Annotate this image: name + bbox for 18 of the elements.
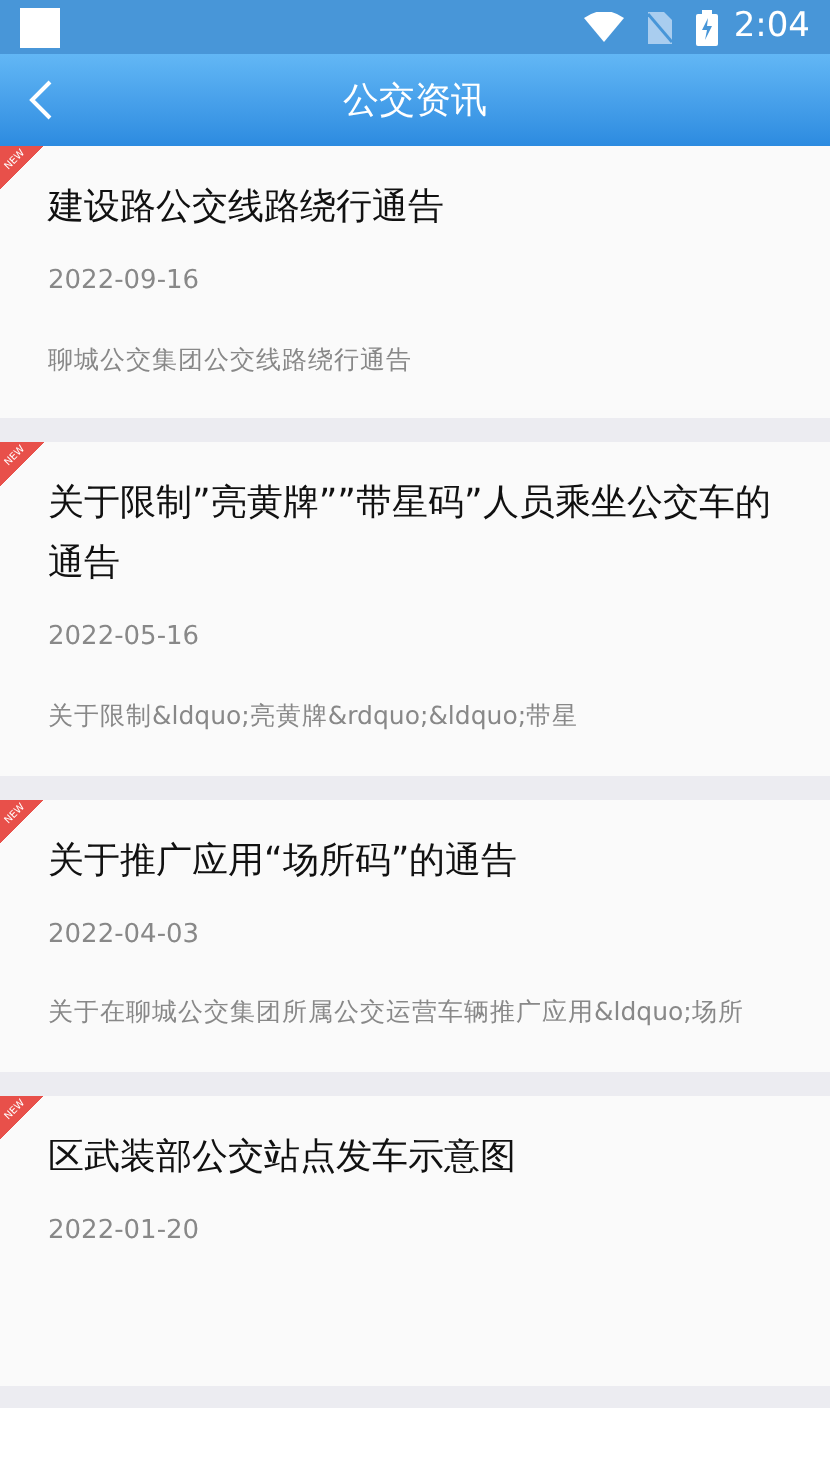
notification-icon: [20, 7, 60, 47]
news-date: 2022-05-16: [48, 620, 202, 657]
no-sim-icon: [647, 11, 672, 43]
news-summary: 关于在聊城公交集团所属公交运营车辆推广应用&ldquo;场所: [48, 994, 746, 1030]
battery-icon: [695, 9, 718, 45]
news-title: 关于推广应用“场所码”的通告: [48, 837, 520, 885]
back-icon: [28, 80, 52, 120]
page-title: 公交资讯: [343, 77, 487, 125]
wifi-icon: [583, 12, 624, 42]
news-title: 建设路公交线路绕行通告: [48, 184, 446, 232]
news-title: 区武装部公交站点发车示意图: [48, 1133, 518, 1182]
news-summary: 聊城公交集团公交线路绕行通告: [48, 341, 414, 377]
news-date: 2022-01-20: [48, 1213, 202, 1250]
news-summary: 关于限制&ldquo;亮黄牌&rdquo;&ldquo;带星: [48, 697, 581, 734]
news-date: 2022-09-16: [48, 264, 202, 300]
status-time: 2:04: [733, 3, 810, 50]
news-date: 2022-04-03: [48, 917, 202, 953]
news-title: 关于限制”亮黄牌””带星码”人员乘坐公交车的通告: [48, 480, 773, 589]
